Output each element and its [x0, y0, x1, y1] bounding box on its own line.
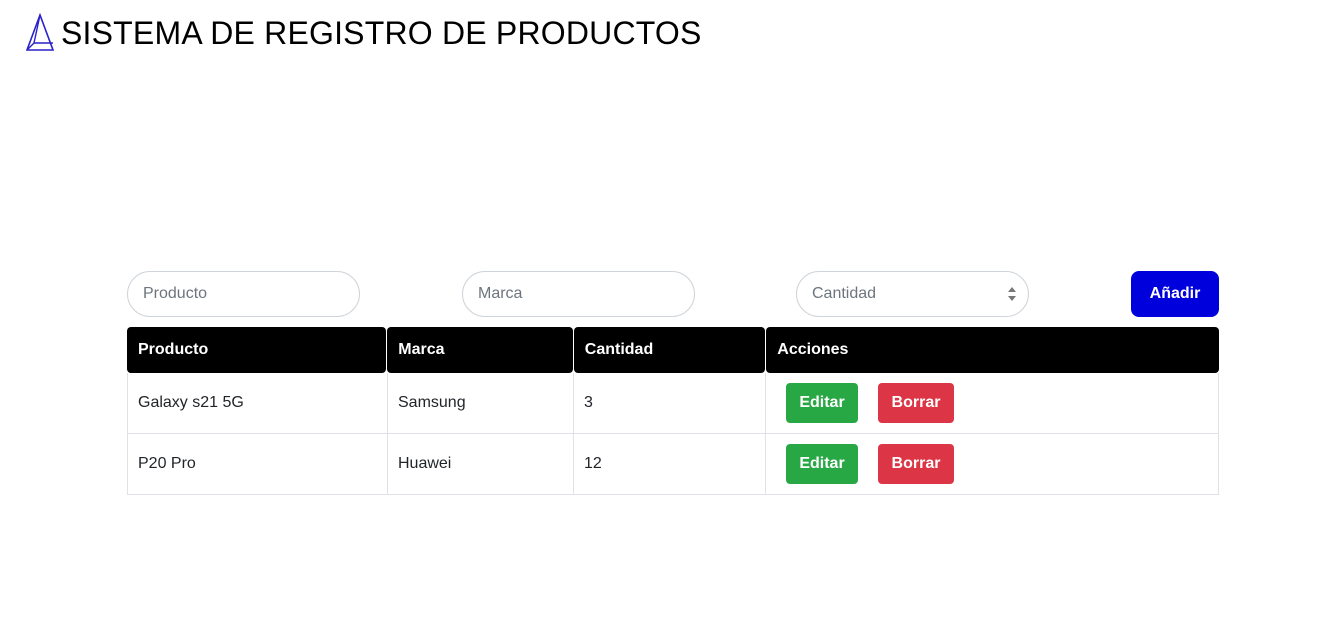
- product-form: Añadir: [127, 271, 1219, 317]
- table-body: Galaxy s21 5G Samsung 3 Editar Borrar P2…: [127, 373, 1219, 495]
- table-header: Producto Marca Cantidad Acciones: [127, 327, 1219, 373]
- delete-button[interactable]: Borrar: [878, 383, 954, 423]
- cell-marca: Huawei: [387, 434, 573, 494]
- column-header-acciones: Acciones: [766, 327, 1219, 373]
- products-table: Producto Marca Cantidad Acciones Galaxy …: [127, 327, 1219, 495]
- page-header: SISTEMA DE REGISTRO DE PRODUCTOS: [25, 12, 702, 54]
- add-button[interactable]: Añadir: [1131, 271, 1219, 317]
- producto-input[interactable]: [127, 271, 360, 317]
- cell-cantidad: 12: [573, 434, 765, 494]
- marca-input[interactable]: [462, 271, 695, 317]
- column-header-producto: Producto: [127, 327, 387, 373]
- edit-button[interactable]: Editar: [786, 383, 858, 423]
- cantidad-input[interactable]: [796, 271, 1029, 317]
- cell-marca: Samsung: [387, 373, 573, 433]
- delete-button[interactable]: Borrar: [878, 444, 954, 484]
- table-row: Galaxy s21 5G Samsung 3 Editar Borrar: [127, 373, 1219, 434]
- triangle-logo-icon: [25, 13, 55, 51]
- cell-cantidad: 3: [573, 373, 765, 433]
- column-header-marca: Marca: [387, 327, 573, 373]
- page-title: SISTEMA DE REGISTRO DE PRODUCTOS: [61, 14, 702, 51]
- cell-acciones: Editar Borrar: [765, 373, 1219, 433]
- table-row: P20 Pro Huawei 12 Editar Borrar: [127, 434, 1219, 495]
- edit-button[interactable]: Editar: [786, 444, 858, 484]
- cell-producto: Galaxy s21 5G: [127, 373, 387, 433]
- cell-acciones: Editar Borrar: [765, 434, 1219, 494]
- cell-producto: P20 Pro: [127, 434, 387, 494]
- column-header-cantidad: Cantidad: [573, 327, 766, 373]
